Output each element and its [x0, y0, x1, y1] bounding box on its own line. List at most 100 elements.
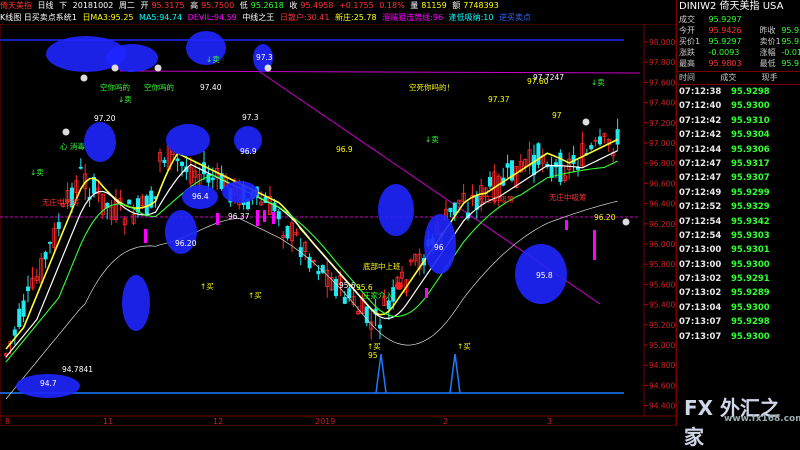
tick-row[interactable]: 07:13:07 95.9298 [677, 315, 800, 329]
candle-body [135, 198, 140, 213]
quote-value2: 95.93 [781, 26, 800, 35]
chart-annotation: 95.6 [339, 281, 356, 290]
period-label[interactable]: 日线 [38, 1, 54, 10]
tick-time: 07:12:42 [679, 115, 722, 126]
chart-annotation: ↓卖 [425, 135, 439, 144]
system-label[interactable]: K线图 日买卖点系统1 [0, 13, 77, 22]
quote-header: DINIW2 倚天美指 USA [677, 0, 800, 14]
low-label: 低 [239, 1, 248, 10]
price-tick-label: 95.4000 [649, 301, 676, 310]
tick-time: 07:12:54 [679, 230, 722, 241]
chart-annotation: ↑买 [248, 291, 262, 300]
tick-row[interactable]: 07:12:42 95.9310 [677, 114, 800, 128]
tick-price: 95.9289 [731, 288, 770, 299]
instrument-name[interactable]: 倚天美指 [0, 1, 32, 10]
high-value: 95.7500 [201, 1, 235, 10]
tick-row[interactable]: 07:13:00 95.9300 [677, 258, 800, 272]
chart-annotation: 97.40 [200, 83, 222, 92]
tick-row[interactable]: 07:12:40 95.9300 [677, 99, 800, 113]
tick-time: 07:12:54 [679, 216, 722, 227]
quote-row: 涨跌 -0.0093 涨幅 -0.01 [677, 47, 800, 58]
blue-zone-marker [378, 184, 414, 236]
candle-body [505, 163, 510, 168]
tick-row[interactable]: 07:12:54 95.9303 [677, 229, 800, 243]
tick-row[interactable]: 07:13:02 95.9289 [677, 286, 800, 300]
chart-annotation: ↓卖 [118, 95, 132, 104]
chart-annotation: 96.9 [240, 147, 257, 156]
price-tick-label: 95.2000 [649, 321, 676, 330]
candle-body [175, 158, 180, 162]
volume-value: 81159 [421, 1, 447, 10]
tick-list[interactable]: 07:12:38 95.9298 07:12:40 95.9300 07:12:42 95… [677, 85, 800, 344]
tick-price: 95.9299 [731, 187, 770, 198]
tick-row[interactable]: 07:12:38 95.9298 [677, 85, 800, 99]
candle-body [17, 308, 22, 327]
candle-body [615, 129, 620, 145]
tick-row[interactable]: 07:12:44 95.9306 [677, 143, 800, 157]
amount-value: 7748393 [463, 1, 499, 10]
tick-row[interactable]: 07:13:04 95.9300 [677, 301, 800, 315]
tick-price: 95.9342 [731, 216, 770, 227]
smiley-icon [154, 64, 162, 72]
tick-time: 07:13:00 [679, 245, 722, 256]
candlestick-chart[interactable]: 98.0000 97.8000 97.6000 97.4000 97.2000 97.00… [0, 24, 676, 426]
signal-bar [425, 288, 428, 298]
chart-annotation: 95.8 [536, 271, 553, 280]
quote-value: 95.9297 [708, 15, 742, 24]
time-tick-label: 3 [547, 417, 552, 426]
tick-price: 95.9300 [731, 101, 770, 112]
chart-annotation: 无庄中吸筹 [549, 192, 587, 202]
candle-body [487, 177, 492, 187]
blue-zone-marker [166, 124, 210, 156]
bar-date: 20181002 [72, 1, 114, 10]
tick-time: 07:13:02 [679, 288, 722, 299]
nav-label[interactable]: 下 [59, 1, 67, 10]
tick-row[interactable]: 07:12:42 95.9304 [677, 128, 800, 142]
tick-col-time: 时间 [679, 73, 695, 82]
tick-row[interactable]: 07:12:47 95.9307 [677, 171, 800, 185]
chart-annotation: 97.7247 [533, 73, 564, 82]
tick-time: 07:13:07 [679, 331, 722, 342]
tick-col-price: 成交 [720, 73, 737, 82]
chart-annotation: ↓卖 [591, 78, 605, 87]
chart-annotation: 96.9 [336, 145, 353, 154]
price-tick-label: 96.4000 [649, 200, 676, 209]
tick-row[interactable]: 07:12:47 95.9317 [677, 157, 800, 171]
chart-annotation: 96.20 [175, 239, 197, 248]
tick-row[interactable]: 07:12:54 95.9342 [677, 215, 800, 229]
chart-annotation: 心 消毒 [60, 141, 85, 151]
quote-symbol: DINIW2 [679, 1, 717, 12]
signal-bar [263, 210, 266, 222]
candle-body [127, 199, 132, 205]
tick-row[interactable]: 07:13:00 95.9301 [677, 243, 800, 257]
tick-time: 07:12:52 [679, 202, 722, 213]
tick-price: 95.9303 [731, 230, 770, 241]
price-tick-label: 98.0000 [649, 38, 676, 47]
candle-body [316, 270, 321, 275]
smiley-icon [111, 64, 119, 72]
amount-label: 额 [452, 1, 461, 10]
tick-row[interactable]: 07:12:49 95.9299 [677, 186, 800, 200]
candle-body [162, 159, 167, 164]
ma5-label: MA5:94.74 [139, 13, 183, 22]
candle-body [179, 161, 184, 166]
tick-row[interactable]: 07:12:52 95.9329 [677, 200, 800, 214]
quote-row: 最高 95.9803 最低 95.91 [677, 58, 800, 69]
tick-row[interactable]: 07:13:07 95.9300 [677, 330, 800, 344]
chart-annotation: ↑买 [367, 342, 381, 351]
open-label: 开 [140, 1, 149, 10]
candle-body [377, 324, 382, 329]
candle-body [448, 207, 453, 213]
quote-table: 成交95.9297今开95.9426昨收95.93买价195.9297卖价195… [677, 14, 800, 69]
trend-label: 逢低吸纳:10 [448, 13, 494, 22]
candle-body [48, 241, 53, 244]
tick-time: 07:12:38 [679, 87, 722, 97]
time-tick-label: 2019 [315, 417, 335, 426]
inst-label: 溜贼狙击势线:96 [382, 13, 444, 22]
quote-name: 倚天美指 [719, 1, 760, 12]
tick-time: 07:13:02 [679, 274, 722, 285]
tick-row[interactable]: 07:13:02 95.9291 [677, 272, 800, 286]
chart-annotation: 无庄中吸筹 [477, 194, 515, 204]
time-tick-label: 12 [213, 417, 223, 426]
signal-bar [144, 229, 147, 243]
